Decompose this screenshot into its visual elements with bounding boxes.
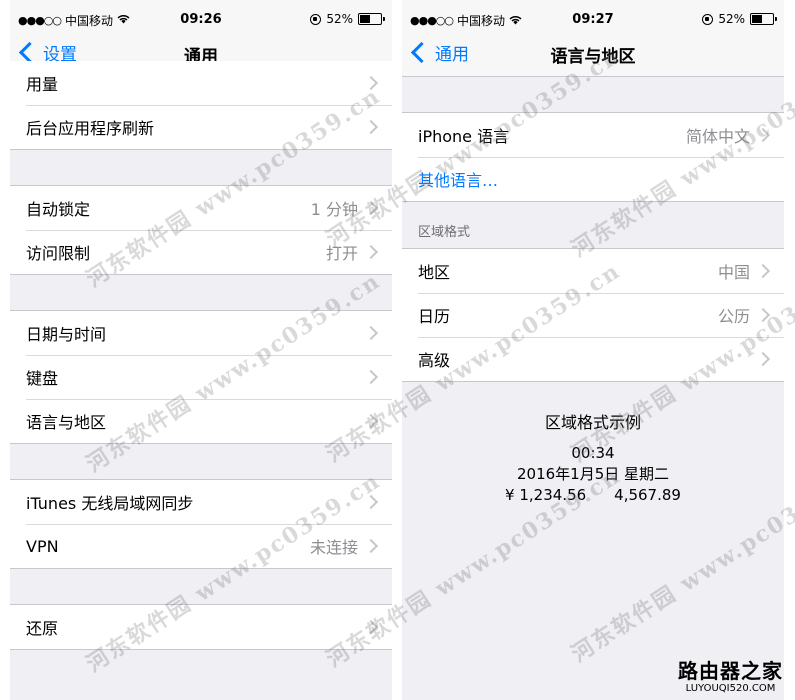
row-language-region[interactable]: 语言与地区	[10, 399, 392, 443]
logo-text: 路由器之家	[678, 659, 783, 683]
group-language: iPhone 语言 简体中文 其他语言…	[402, 112, 784, 202]
chevron-right-icon	[363, 619, 379, 635]
group-lock: 自动锁定 1 分钟 访问限制 打开	[10, 185, 392, 275]
language-region-list: iPhone 语言 简体中文 其他语言… 区域格式 地区 中国 日历 公历 高级 区域…	[402, 77, 784, 700]
battery-percent: 52%	[718, 12, 745, 26]
region-format-example: 区域格式示例 00:34 2016年1月5日 星期二 ¥ 1,234.56 4,5…	[402, 382, 784, 506]
settings-list: 用量 后台应用程序刷新 自动锁定 1 分钟 访问限制 打开 日期与时间 键盘 语言与…	[10, 61, 392, 700]
logo-url: LUYOUQI520.COM	[685, 683, 776, 694]
row-value: 公历	[717, 307, 750, 326]
chevron-right-icon	[363, 369, 379, 385]
group-datetime: 日期与时间 键盘 语言与地区	[10, 310, 392, 444]
site-logo: 路由器之家 LUYOUQI520.COM	[678, 661, 783, 694]
example-currency: ¥ 1,234.56	[505, 486, 587, 504]
row-date-time[interactable]: 日期与时间	[10, 311, 392, 355]
battery-icon	[358, 13, 385, 25]
row-label: 其他语言…	[418, 171, 499, 190]
row-keyboard[interactable]: 键盘	[10, 355, 392, 399]
example-date: 2016年1月5日 星期二	[516, 465, 670, 483]
row-vpn[interactable]: VPN 未连接	[10, 524, 392, 568]
chevron-right-icon	[363, 494, 379, 510]
row-label: 地区	[418, 263, 451, 282]
row-label: 日期与时间	[26, 325, 107, 344]
example-title: 区域格式示例	[544, 413, 641, 432]
battery-icon	[750, 13, 777, 25]
chevron-right-icon	[363, 325, 379, 341]
row-reset[interactable]: 还原	[10, 605, 392, 649]
chevron-right-icon	[755, 263, 771, 279]
page-title: 语言与地区	[550, 47, 636, 67]
row-label: 语言与地区	[26, 413, 107, 432]
row-value: 未连接	[309, 538, 358, 557]
row-label: 自动锁定	[26, 200, 91, 219]
chevron-right-icon	[363, 119, 379, 135]
chevron-right-icon	[755, 307, 771, 323]
row-region[interactable]: 地区 中国	[402, 249, 784, 293]
chevron-right-icon	[363, 413, 379, 429]
section-header: 区域格式	[402, 202, 784, 248]
row-value: 打开	[325, 244, 358, 263]
rotation-lock-icon	[310, 13, 322, 25]
example-time: 00:34	[571, 444, 615, 462]
row-label: 还原	[26, 619, 59, 638]
right-screen: ●●●○○ 中国移动 09:27 52% 通用 语言与地区 iPhone 语言简…	[402, 0, 784, 700]
row-advanced[interactable]: 高级	[402, 337, 784, 381]
row-label: VPN	[26, 536, 59, 556]
row-label: 访问限制	[26, 244, 91, 263]
battery-percent: 52%	[326, 12, 353, 26]
row-label: 高级	[418, 351, 451, 370]
row-value: 简体中文	[685, 127, 750, 146]
section-header-label: 区域格式	[418, 225, 471, 240]
row-itunes-sync[interactable]: iTunes 无线局域网同步	[10, 480, 392, 524]
row-label: 后台应用程序刷新	[26, 119, 155, 138]
row-label: iPhone 语言	[418, 127, 510, 146]
rotation-lock-icon	[702, 13, 714, 25]
row-usage[interactable]: 用量	[10, 61, 392, 105]
nav-bar: 通用 语言与地区	[402, 28, 784, 77]
example-number: 4,567.89	[614, 486, 681, 504]
chevron-right-icon	[755, 351, 771, 367]
chevron-right-icon	[363, 538, 379, 554]
row-label: 日历	[418, 307, 451, 326]
group-reset: 还原	[10, 604, 392, 650]
chevron-right-icon	[363, 244, 379, 260]
chevron-right-icon	[363, 75, 379, 91]
row-auto-lock[interactable]: 自动锁定 1 分钟	[10, 186, 392, 230]
chevron-right-icon	[755, 127, 771, 143]
row-label: iTunes 无线局域网同步	[26, 494, 194, 513]
row-other-languages[interactable]: 其他语言…	[402, 157, 784, 201]
row-label: 用量	[26, 75, 59, 94]
row-value: 1 分钟	[310, 200, 358, 219]
row-label: 键盘	[26, 369, 59, 388]
row-restrictions[interactable]: 访问限制 打开	[10, 230, 392, 274]
row-value: 中国	[717, 263, 750, 282]
chevron-right-icon	[363, 200, 379, 216]
row-background-refresh[interactable]: 后台应用程序刷新	[10, 105, 392, 149]
group-sync: iTunes 无线局域网同步 VPN 未连接	[10, 479, 392, 569]
row-iphone-language[interactable]: iPhone 语言 简体中文	[402, 113, 784, 157]
group-usage: 用量 后台应用程序刷新	[10, 61, 392, 150]
group-region: 地区 中国 日历 公历 高级	[402, 248, 784, 382]
row-calendar[interactable]: 日历 公历	[402, 293, 784, 337]
left-screen: ●●●○○ 中国移动 09:26 52% 设置 通用 用量 后台应用程序刷新 自…	[10, 0, 392, 700]
